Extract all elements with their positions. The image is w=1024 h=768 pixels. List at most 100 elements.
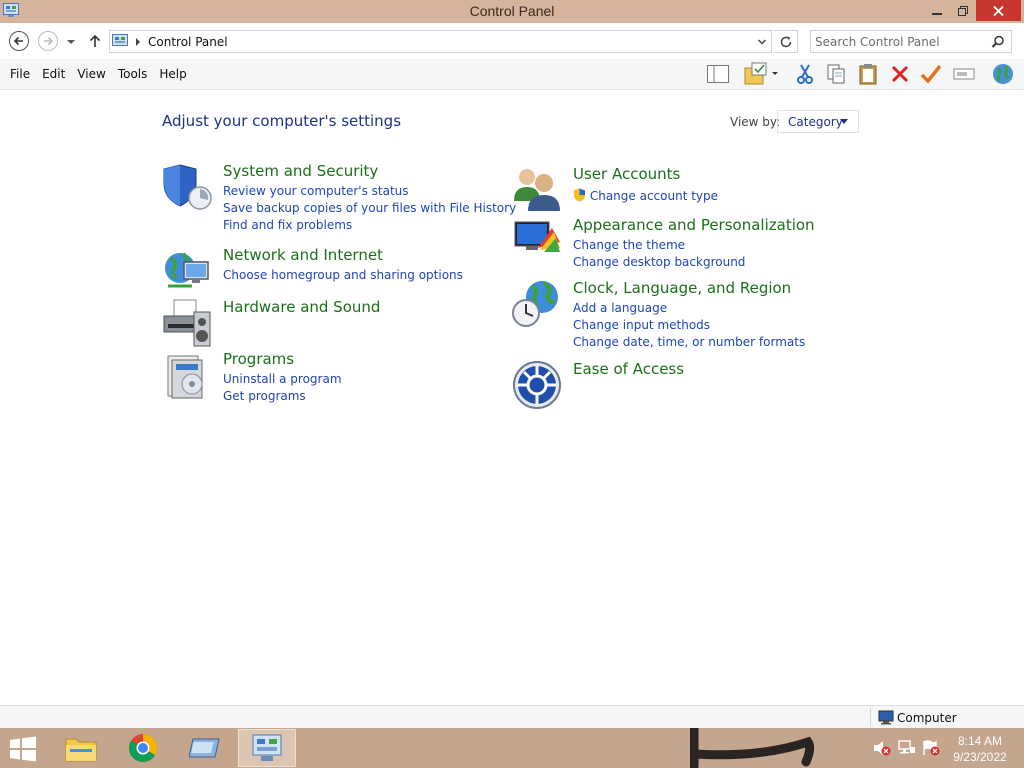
taskbar-control-panel[interactable] xyxy=(238,729,296,767)
category-title[interactable]: Hardware and Sound xyxy=(223,298,380,316)
checkmark-icon xyxy=(920,64,942,84)
category-links: Add a language Change input methods Chan… xyxy=(573,300,805,351)
paste-button[interactable] xyxy=(855,62,881,86)
link-change-theme[interactable]: Change the theme xyxy=(573,237,745,254)
preview-pane-button[interactable] xyxy=(705,62,731,86)
link-change-account-type[interactable]: Change account type xyxy=(573,188,718,205)
category-title[interactable]: Ease of Access xyxy=(573,360,684,378)
copy-button[interactable] xyxy=(823,62,849,86)
chevron-down-icon xyxy=(67,40,75,44)
menu-bar: File Edit View Tools Help xyxy=(4,67,193,81)
link-uninstall-program[interactable]: Uninstall a program xyxy=(223,371,342,388)
view-by-dropdown[interactable]: Category xyxy=(777,110,859,133)
taskbar-chrome[interactable] xyxy=(114,729,172,767)
breadcrumb[interactable]: Control Panel xyxy=(148,35,228,49)
title-bar: Control Panel xyxy=(0,0,1024,23)
link-change-formats[interactable]: Change date, time, or number formats xyxy=(573,334,805,351)
taskbar-remote-app[interactable] xyxy=(176,729,234,767)
category-title[interactable]: Programs xyxy=(223,350,294,368)
close-button[interactable] xyxy=(976,0,1021,21)
category-links: Change account type xyxy=(573,188,718,205)
screen-mark xyxy=(690,728,815,768)
globe-icon xyxy=(993,64,1013,84)
delete-button[interactable] xyxy=(887,62,913,86)
category-title[interactable]: System and Security xyxy=(223,162,378,180)
link-change-desktop-background[interactable]: Change desktop background xyxy=(573,254,745,271)
restore-button[interactable] xyxy=(950,0,976,21)
network-button[interactable] xyxy=(990,62,1016,86)
search-box[interactable] xyxy=(810,30,1012,53)
status-separator xyxy=(870,708,871,727)
link-add-language[interactable]: Add a language xyxy=(573,300,805,317)
volume-muted-icon[interactable] xyxy=(873,740,891,756)
forward-button[interactable] xyxy=(37,30,59,52)
search-icon[interactable] xyxy=(991,35,1005,49)
category-title[interactable]: User Accounts xyxy=(573,165,680,183)
windows-start-icon[interactable] xyxy=(8,736,38,762)
refresh-button[interactable] xyxy=(774,30,798,53)
content-area: Adjust your computer's settings View by:… xyxy=(0,90,1024,705)
address-row: Control Panel xyxy=(0,23,1024,59)
ease-of-access-icon[interactable] xyxy=(512,360,562,410)
link-file-history[interactable]: Save backup copies of your files with Fi… xyxy=(223,200,516,217)
category-title[interactable]: Appearance and Personalization xyxy=(573,216,815,234)
folder-check-icon xyxy=(744,62,778,85)
up-button[interactable] xyxy=(86,30,104,52)
link-review-status[interactable]: Review your computer's status xyxy=(223,183,516,200)
link-homegroup-sharing[interactable]: Choose homegroup and sharing options xyxy=(223,267,463,284)
caret-down-icon xyxy=(840,119,848,124)
up-arrow-icon xyxy=(89,34,101,47)
minimize-button[interactable] xyxy=(924,0,950,21)
users-icon[interactable] xyxy=(512,165,562,215)
shield-icon[interactable] xyxy=(162,162,212,212)
network-globe-icon[interactable] xyxy=(162,246,212,296)
menu-file[interactable]: File xyxy=(4,67,36,81)
clock-date: 9/23/2022 xyxy=(953,750,1007,764)
programs-icon[interactable] xyxy=(162,350,212,400)
link-get-programs[interactable]: Get programs xyxy=(223,388,342,405)
rename-button[interactable] xyxy=(951,62,977,86)
category-links: Uninstall a program Get programs xyxy=(223,371,342,405)
link-change-input-methods[interactable]: Change input methods xyxy=(573,317,805,334)
category-links: Choose homegroup and sharing options xyxy=(223,267,463,284)
menu-toolbar-row: File Edit View Tools Help xyxy=(0,59,1024,90)
forward-arrow-icon xyxy=(38,31,58,51)
appearance-icon[interactable] xyxy=(512,216,562,266)
breadcrumb-arrow-icon[interactable] xyxy=(134,37,142,47)
link-change-account-type-label: Change account type xyxy=(589,189,719,203)
clock-globe-icon[interactable] xyxy=(512,279,562,329)
window-title: Control Panel xyxy=(469,3,555,19)
folder-options-button[interactable] xyxy=(742,62,782,86)
scissors-icon xyxy=(797,64,813,84)
rename-icon xyxy=(953,68,975,80)
menu-tools[interactable]: Tools xyxy=(112,67,154,81)
close-icon xyxy=(993,5,1004,16)
menu-view[interactable]: View xyxy=(71,67,111,81)
taskbar-clock[interactable]: 8:14 AM 9/23/2022 xyxy=(950,733,1010,765)
recent-locations-button[interactable] xyxy=(64,30,78,52)
chrome-icon xyxy=(129,734,157,762)
category-title[interactable]: Clock, Language, and Region xyxy=(573,279,791,297)
cut-button[interactable] xyxy=(792,62,818,86)
page-title: Adjust your computer's settings xyxy=(162,112,402,130)
address-bar[interactable]: Control Panel xyxy=(109,30,772,53)
view-by-value: Category xyxy=(788,115,843,129)
copy-icon xyxy=(827,64,845,84)
link-find-fix-problems[interactable]: Find and fix problems xyxy=(223,217,516,234)
computer-icon xyxy=(878,710,894,725)
menu-help[interactable]: Help xyxy=(153,67,192,81)
view-by-label: View by: xyxy=(730,115,781,129)
clock-time: 8:14 AM xyxy=(957,734,1003,748)
search-input[interactable] xyxy=(815,33,985,50)
network-status-icon[interactable] xyxy=(898,740,916,756)
category-links: Change the theme Change desktop backgrou… xyxy=(573,237,745,271)
menu-edit[interactable]: Edit xyxy=(36,67,71,81)
action-center-flag-icon[interactable] xyxy=(922,740,940,756)
printer-speaker-icon[interactable] xyxy=(162,298,212,348)
chevron-down-icon[interactable] xyxy=(757,37,767,47)
back-button[interactable] xyxy=(8,30,30,52)
category-title[interactable]: Network and Internet xyxy=(223,246,383,264)
properties-button[interactable] xyxy=(918,62,944,86)
category-links: Review your computer's status Save backu… xyxy=(223,183,516,234)
taskbar-file-explorer[interactable] xyxy=(52,729,110,767)
